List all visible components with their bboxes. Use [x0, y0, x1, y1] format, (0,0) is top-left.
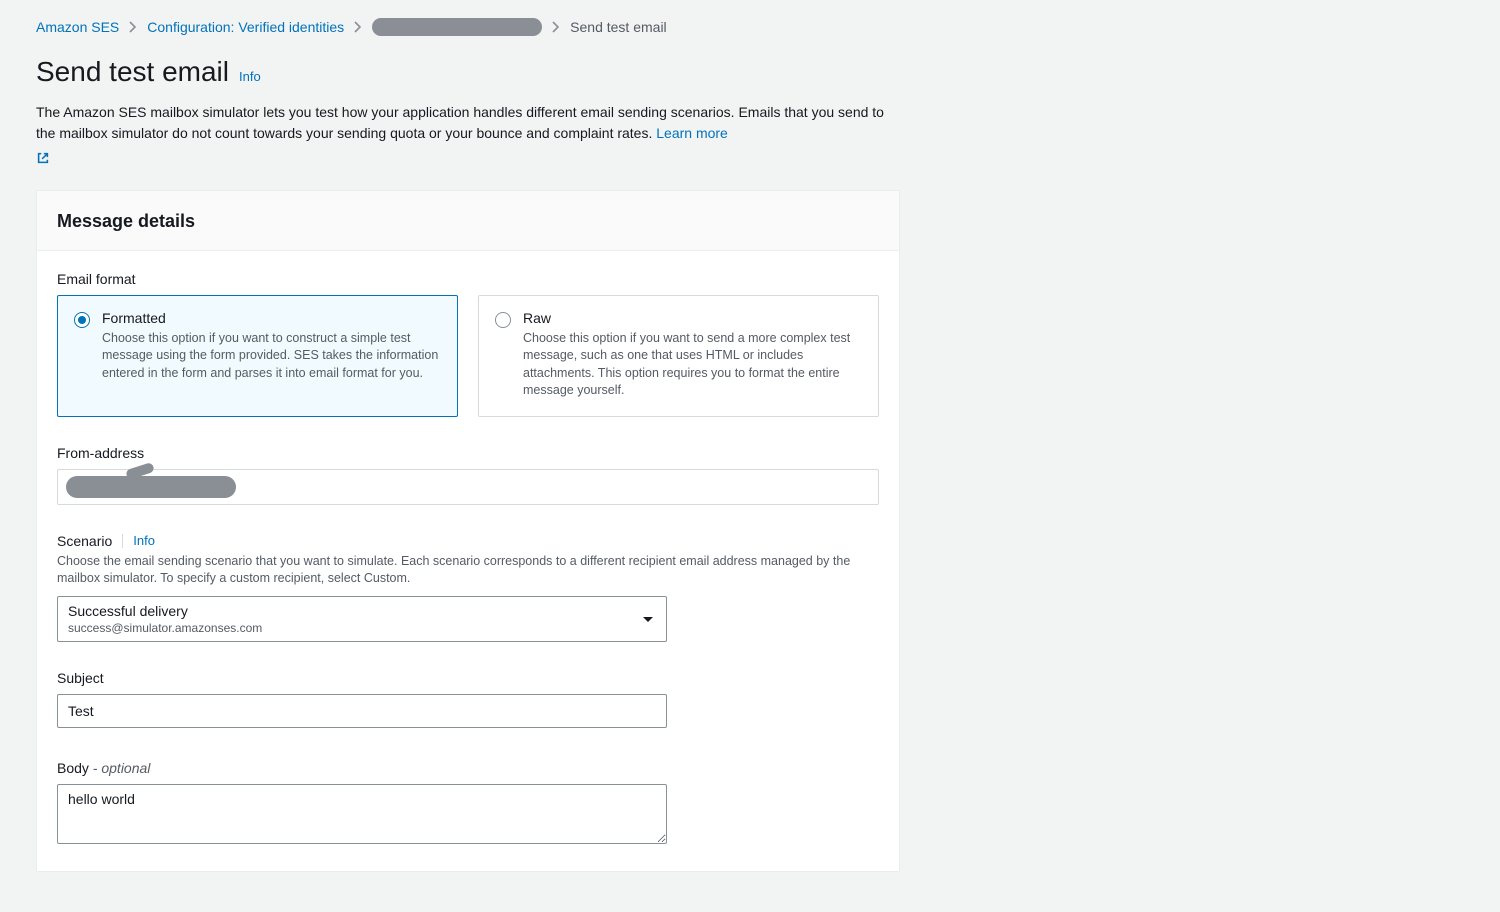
- from-address-label: From-address: [57, 445, 879, 461]
- message-details-panel: Message details Email format Formatted C…: [36, 190, 900, 872]
- page-description: The Amazon SES mailbox simulator lets yo…: [36, 102, 906, 144]
- scenario-info-link[interactable]: Info: [133, 533, 155, 548]
- breadcrumb-current: Send test email: [570, 19, 667, 35]
- breadcrumb-link-verified-identities[interactable]: Configuration: Verified identities: [147, 19, 344, 35]
- subject-input[interactable]: [57, 694, 667, 728]
- from-address-redacted: [66, 476, 236, 498]
- radio-desc: Choose this option if you want to send a…: [523, 330, 862, 400]
- scenario-selected-primary: Successful delivery: [68, 603, 630, 619]
- panel-title: Message details: [57, 211, 879, 232]
- body-label: Body - optional: [57, 760, 879, 776]
- radio-title: Formatted: [102, 310, 441, 326]
- chevron-right-icon: [354, 21, 362, 33]
- radio-title: Raw: [523, 310, 862, 326]
- page-title: Send test email: [36, 56, 229, 88]
- scenario-selected-secondary: success@simulator.amazonses.com: [68, 621, 630, 635]
- caret-down-icon: [642, 611, 654, 627]
- chevron-right-icon: [129, 21, 137, 33]
- radio-icon: [74, 312, 90, 328]
- radio-raw[interactable]: Raw Choose this option if you want to se…: [478, 295, 879, 417]
- chevron-right-icon: [552, 21, 560, 33]
- scenario-desc: Choose the email sending scenario that y…: [57, 553, 879, 588]
- radio-desc: Choose this option if you want to constr…: [102, 330, 441, 383]
- email-format-label: Email format: [57, 271, 879, 287]
- breadcrumb-identity-redacted: [372, 18, 542, 36]
- external-link-icon: [36, 151, 50, 168]
- breadcrumb: Amazon SES Configuration: Verified ident…: [36, 18, 1464, 36]
- scenario-label: Scenario: [57, 533, 112, 549]
- from-address-field[interactable]: [57, 469, 879, 505]
- radio-formatted[interactable]: Formatted Choose this option if you want…: [57, 295, 458, 417]
- learn-more-link[interactable]: Learn more: [656, 125, 728, 141]
- subject-label: Subject: [57, 670, 879, 686]
- body-textarea[interactable]: [57, 784, 667, 844]
- info-link[interactable]: Info: [239, 69, 261, 84]
- radio-icon: [495, 312, 511, 328]
- scenario-select[interactable]: Successful delivery success@simulator.am…: [57, 596, 667, 642]
- breadcrumb-link-ses[interactable]: Amazon SES: [36, 19, 119, 35]
